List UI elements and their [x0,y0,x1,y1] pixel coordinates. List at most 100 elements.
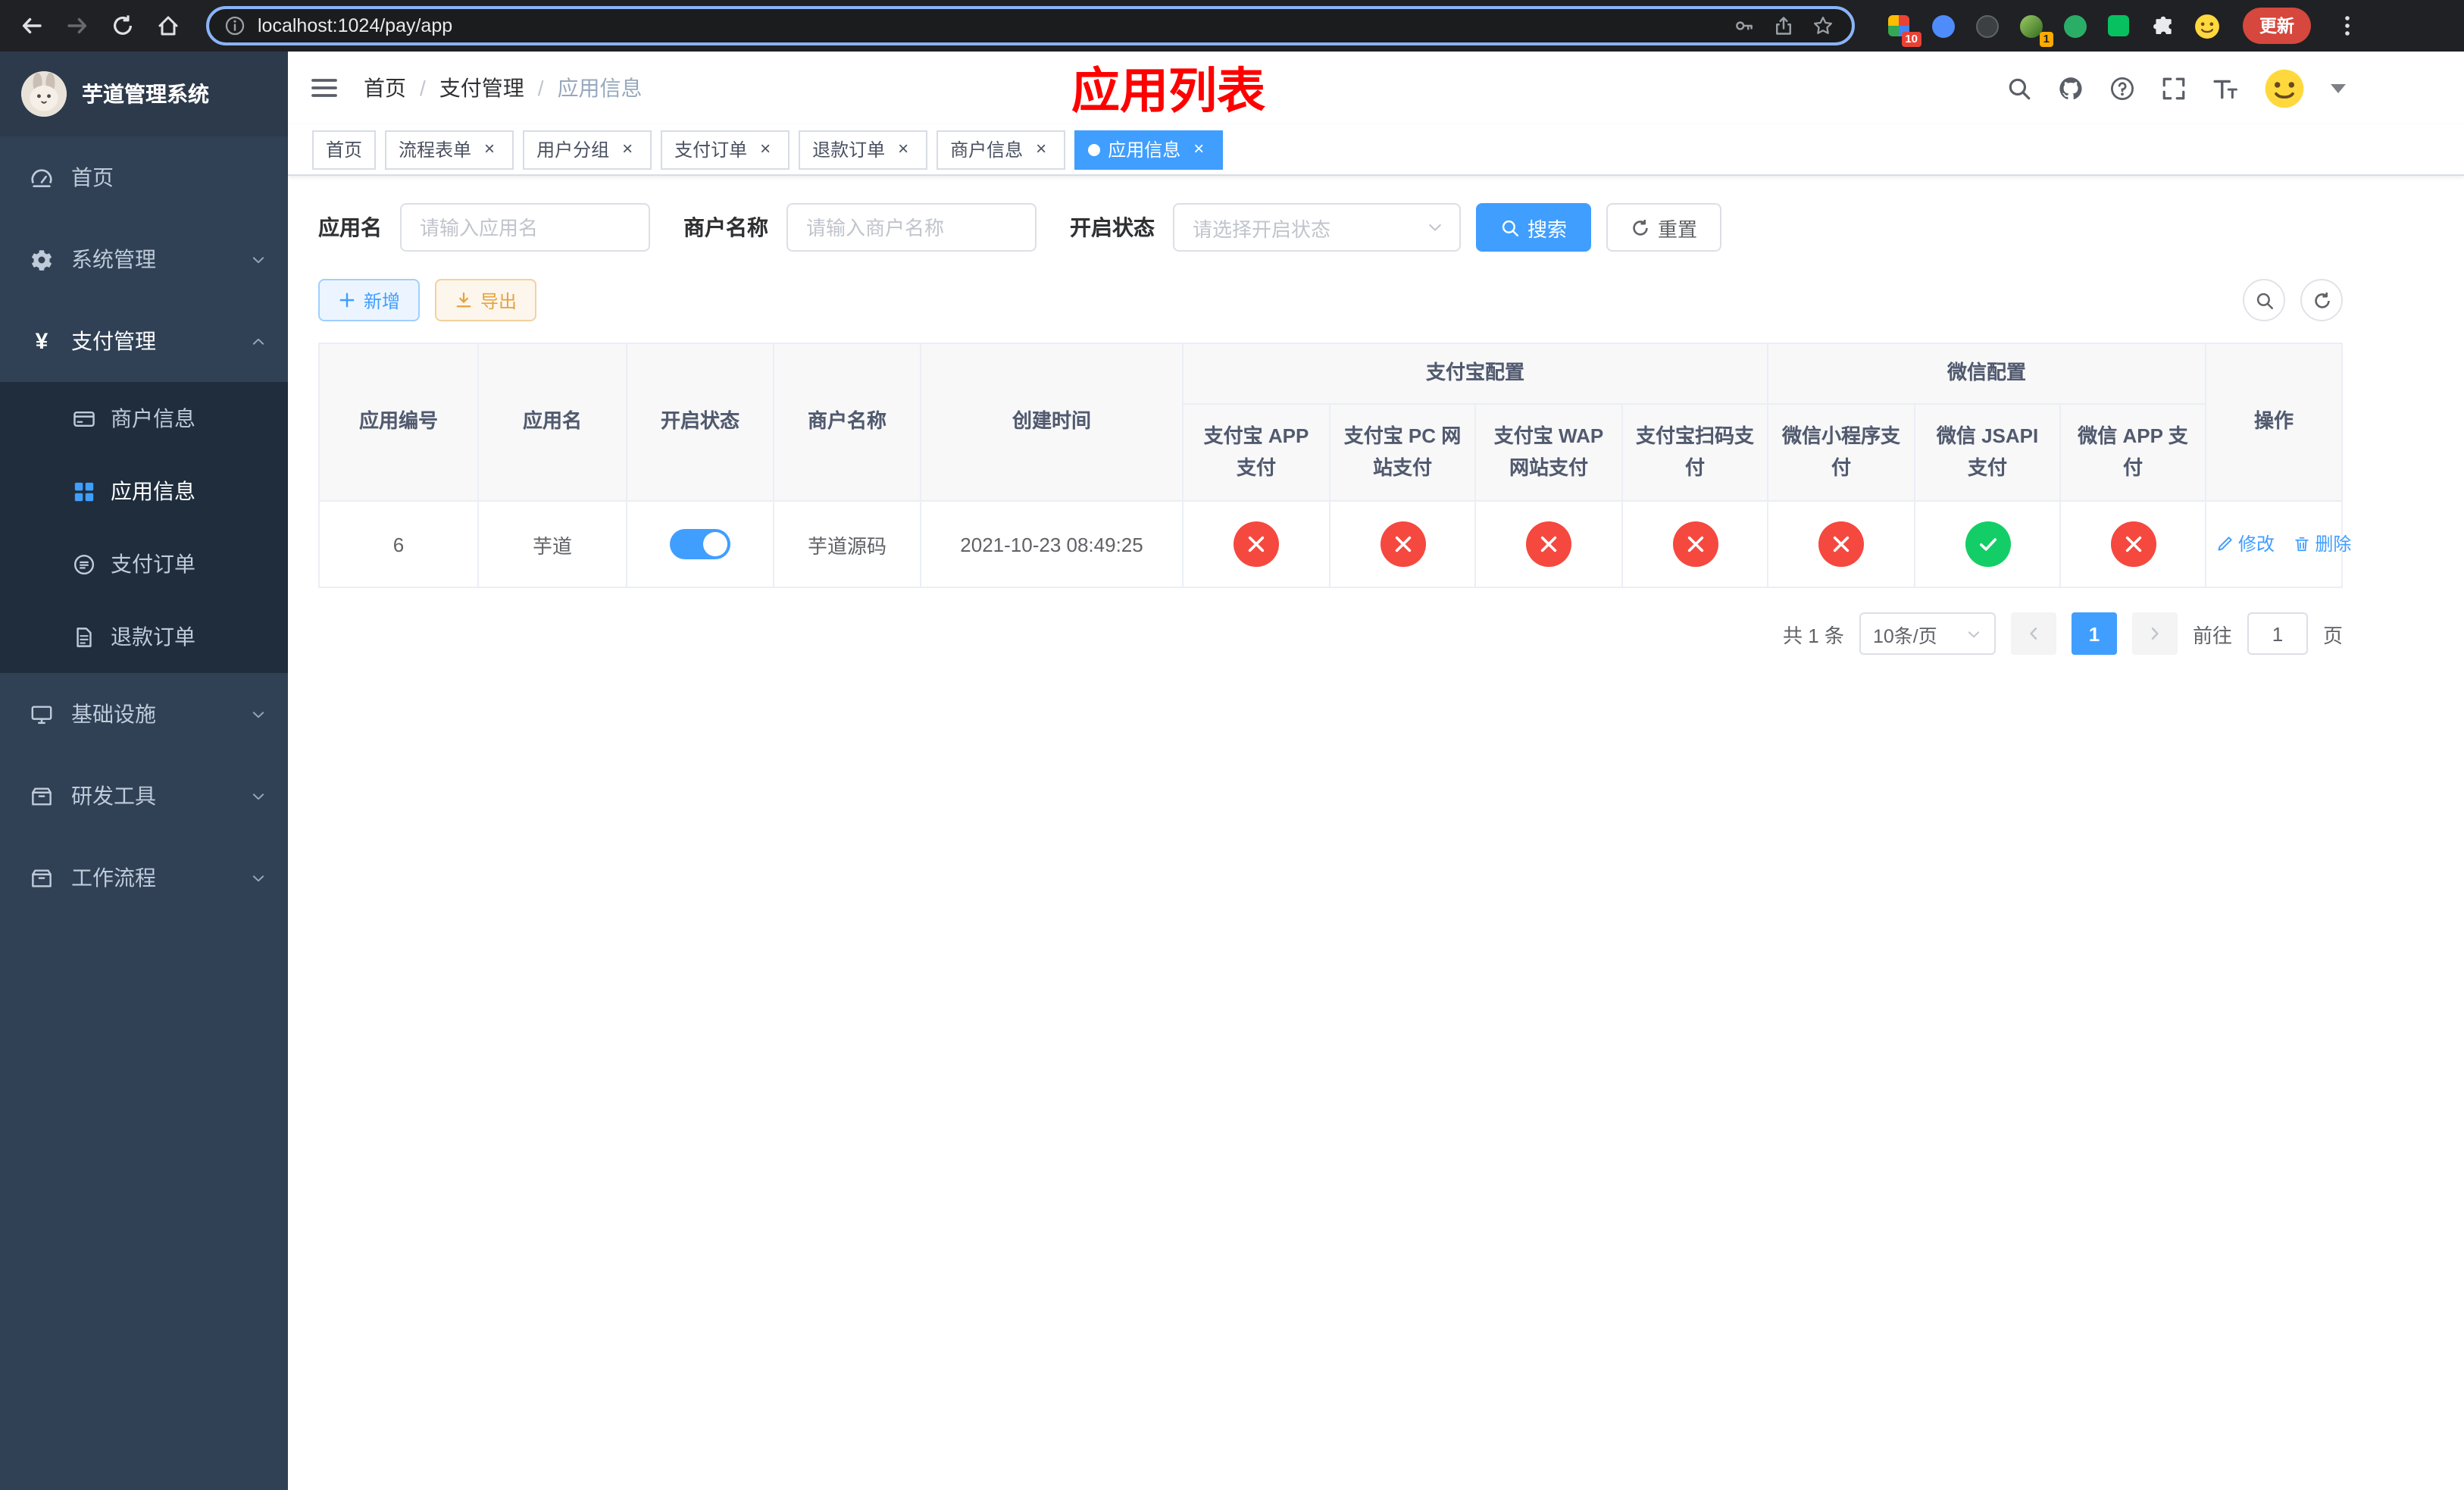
extension-colored-grid-icon[interactable]: 10 [1885,12,1921,47]
delete-button[interactable]: 删除 [2292,531,2351,557]
browser-back-button[interactable] [12,6,52,45]
chevron-right-icon [2146,624,2164,643]
app-header: 首页 支付管理 应用信息 应用列表 [288,52,2464,124]
tab-pay-order[interactable]: 支付订单 [661,130,790,169]
status-toggle[interactable] [670,529,730,559]
goto-page-input[interactable] [2247,612,2308,655]
col-merchant: 商户名称 [773,343,921,502]
reset-button[interactable]: 重置 [1606,203,1722,252]
sidebar-item-merchant-info[interactable]: 商户信息 [0,382,288,455]
col-alipay-app: 支付宝 APP 支付 [1182,403,1330,502]
address-bar[interactable]: localhost:1024/pay/app [206,6,1855,45]
reset-button-label: 重置 [1658,218,1698,240]
tab-label: 商户信息 [950,139,1024,161]
search-icon [1500,218,1520,237]
col-app-name: 应用名 [477,343,627,502]
sidebar-item-infra[interactable]: 基础设施 [0,673,288,755]
tab-app-info[interactable]: 应用信息 [1074,130,1224,169]
share-icon[interactable] [1773,15,1794,36]
sidebar-collapse-icon[interactable] [309,73,339,103]
col-alipay-pc: 支付宝 PC 网站支付 [1329,403,1476,502]
tab-label: 首页 [326,139,363,161]
extension-dark-icon[interactable] [1973,12,2000,39]
tab-merchant-info[interactable]: 商户信息 [937,130,1066,169]
password-key-icon[interactable] [1734,15,1755,36]
tab-home[interactable]: 首页 [312,130,377,169]
add-button-label: 新增 [364,290,401,311]
sidebar-item-home[interactable]: 首页 [0,136,288,218]
url-text[interactable]: localhost:1024/pay/app [258,15,1721,36]
browser-forward-button[interactable] [58,6,97,45]
yen-icon [30,330,53,352]
app-logo[interactable]: 芋道管理系统 [0,52,288,136]
search-button[interactable]: 搜索 [1476,203,1592,252]
tab-close-icon[interactable] [479,139,500,160]
user-menu-caret-icon[interactable] [2331,83,2346,93]
add-button[interactable]: 新增 [318,279,421,321]
sidebar-item-refund-order[interactable]: 退款订单 [0,600,288,673]
fullscreen-icon[interactable] [2161,75,2187,101]
tab-refund-order[interactable]: 退款订单 [799,130,928,169]
browser-home-button[interactable] [149,6,188,45]
tab-close-icon[interactable] [893,139,914,160]
monitor-icon [30,703,53,725]
help-icon[interactable] [2109,75,2135,101]
prev-page-button[interactable] [2010,612,2056,655]
site-info-icon[interactable] [224,15,245,36]
sidebar-item-workflow[interactable]: 工作流程 [0,837,288,919]
sidebar-item-app-info[interactable]: 应用信息 [0,455,288,527]
status-select-placeholder: 请选择开启状态 [1193,218,1331,240]
sidebar-item-label: 支付管理 [71,329,156,353]
merchant-name-input[interactable] [786,203,1037,252]
chevron-left-icon [2025,624,2043,643]
chevron-down-icon [250,787,267,804]
extension-profile-icon[interactable]: 1 [2017,12,2053,47]
extension-blue-icon[interactable] [1929,12,1956,39]
tab-close-icon[interactable] [617,139,638,160]
browser-profile-avatar[interactable] [2193,12,2220,39]
extension-green-circle-icon[interactable] [2061,12,2088,39]
next-page-button[interactable] [2131,612,2178,655]
browser-reload-button[interactable] [103,6,142,45]
extension-green-square-icon[interactable] [2105,12,2132,39]
page-size-select[interactable]: 10条/页 [1859,612,1996,655]
filter-form: 应用名 商户名称 开启状态 请选择开启状态 搜索 重置 [318,203,2343,252]
tab-label: 支付订单 [674,139,748,161]
tab-close-icon[interactable] [1030,139,1052,160]
sidebar-item-devtools[interactable]: 研发工具 [0,755,288,837]
tab-process-form[interactable]: 流程表单 [385,130,514,169]
user-avatar[interactable] [2264,67,2305,108]
bookmark-star-icon[interactable] [1812,15,1834,36]
goto-page-suffix: 页 [2322,624,2343,646]
extension-badge-count-2: 1 [2039,31,2053,47]
pagination: 共 1 条 10条/页 1 前往 页 [318,612,2343,655]
tab-close-icon[interactable] [755,139,776,160]
toggle-search-button[interactable] [2243,279,2285,321]
github-icon[interactable] [2058,75,2084,101]
sidebar-menu: 首页 系统管理 支付管理 商户信息 [0,136,288,919]
app-name-input[interactable] [400,203,650,252]
header-search-icon[interactable] [2006,75,2032,101]
tab-user-group[interactable]: 用户分组 [523,130,652,169]
export-button[interactable]: 导出 [435,279,537,321]
current-page-button[interactable]: 1 [2071,612,2117,655]
extensions-puzzle-icon[interactable] [2149,12,2176,39]
breadcrumb-pay-management[interactable]: 支付管理 [439,73,524,103]
chevron-up-icon [250,333,267,349]
chevron-down-icon [250,251,267,268]
edit-button[interactable]: 修改 [2215,531,2275,557]
trash-icon [2292,535,2310,553]
cell-app-id: 6 [318,500,479,588]
browser-menu-icon[interactable] [2328,6,2367,45]
refresh-table-button[interactable] [2300,279,2343,321]
sidebar-item-pay-order[interactable]: 支付订单 [0,527,288,600]
breadcrumb-home[interactable]: 首页 [364,73,406,103]
browser-extensions-area: 10 1 更新 [1873,6,2367,47]
font-size-icon[interactable] [2212,75,2238,101]
sidebar-item-system[interactable]: 系统管理 [0,218,288,300]
browser-update-button[interactable]: 更新 [2243,8,2311,44]
status-select[interactable]: 请选择开启状态 [1173,203,1461,252]
cell-app-name: 芋道 [477,500,627,588]
sidebar-item-pay[interactable]: 支付管理 [0,300,288,382]
tab-close-icon[interactable] [1188,139,1209,160]
